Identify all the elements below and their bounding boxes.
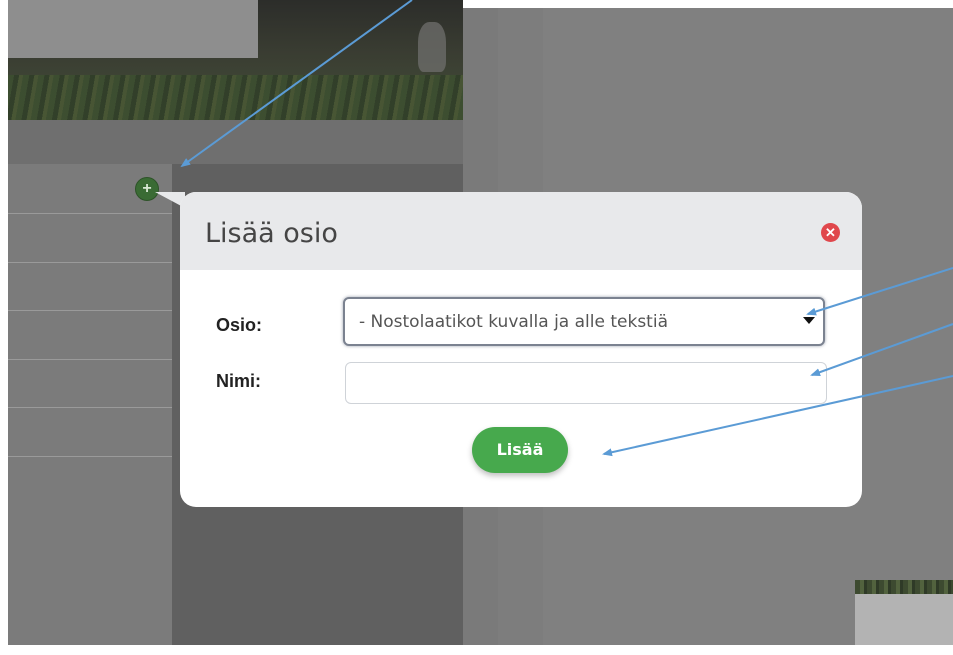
annotation-arrow bbox=[602, 375, 953, 457]
annotation-arrows bbox=[180, 0, 953, 457]
annotation-arrow bbox=[810, 323, 953, 377]
annotation-arrow bbox=[806, 267, 953, 316]
annotation-arrow bbox=[180, 0, 413, 168]
